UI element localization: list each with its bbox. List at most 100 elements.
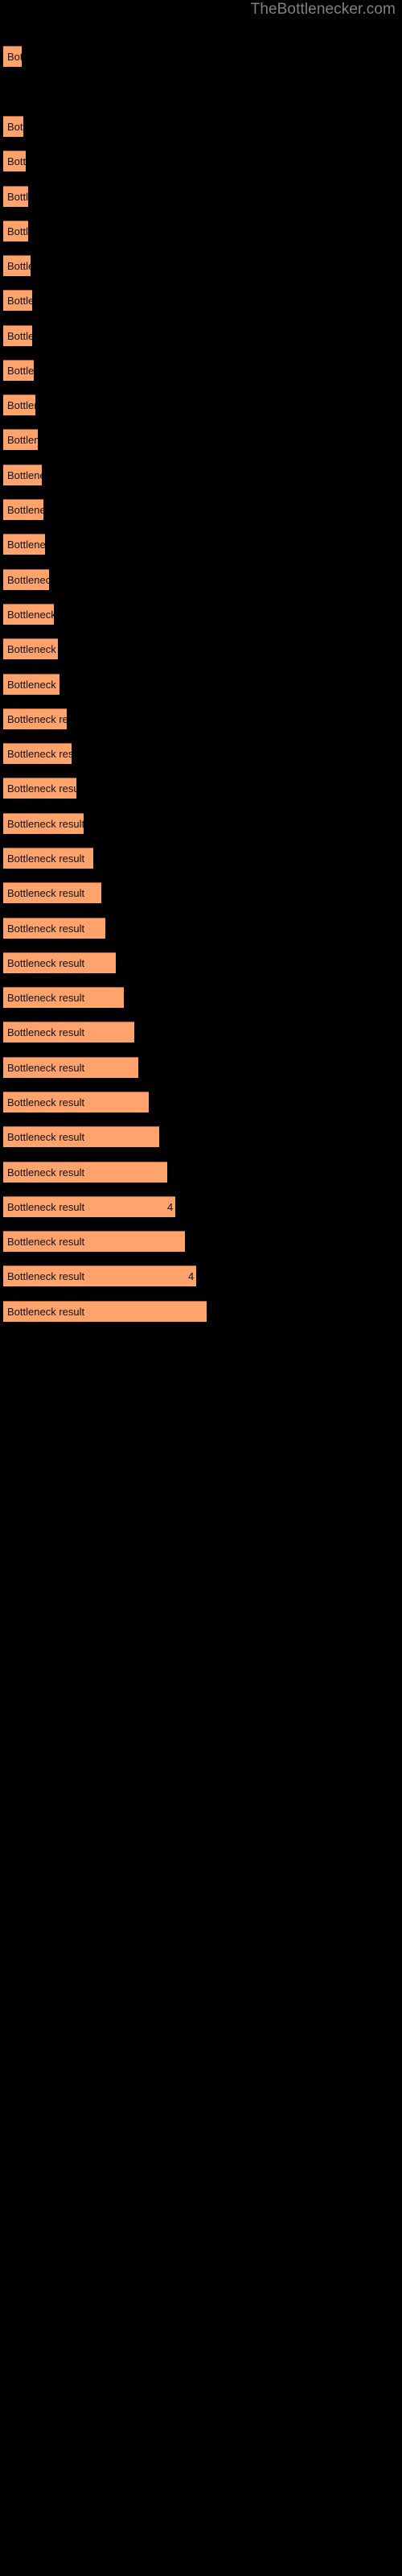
bar[interactable]: Bottleneck result: [3, 429, 38, 450]
bar-value-label: 4: [188, 1270, 195, 1282]
bar-label: Bottleneck result: [7, 51, 22, 63]
bar-row[interactable]: Bottleneck result: [0, 848, 402, 869]
bar[interactable]: Bottleneck result: [3, 778, 76, 799]
bar-row[interactable]: Bottleneck result: [0, 708, 402, 729]
bar[interactable]: Bottleneck result: [3, 1301, 207, 1322]
bar[interactable]: Bottleneck result: [3, 464, 42, 485]
bar[interactable]: Bottleneck result 4: [3, 1265, 196, 1286]
bar[interactable]: Bottleneck result: [3, 708, 67, 729]
bar-label: Bottleneck result: [7, 399, 35, 411]
bar-row[interactable]: Bottleneck result: [0, 534, 402, 555]
bar[interactable]: Bottleneck result: [3, 638, 58, 659]
bar-row[interactable]: Bottleneck result: [0, 674, 402, 695]
bar[interactable]: Bottleneck result: [3, 325, 32, 346]
bar-label: Bottleneck result: [7, 1096, 85, 1108]
bar-row[interactable]: Bottleneck result: [0, 1231, 402, 1252]
bar-row[interactable]: Bottleneck result: [0, 952, 402, 973]
bar[interactable]: Bottleneck result: [3, 290, 32, 311]
bar[interactable]: Bottleneck result: [3, 186, 28, 207]
bar[interactable]: Bottleneck result: [3, 360, 34, 381]
bar-row[interactable]: Bottleneck result: [0, 429, 402, 450]
bar-row[interactable]: Bottleneck result: [0, 46, 402, 67]
bar[interactable]: Bottleneck result: [3, 674, 59, 695]
bar-row[interactable]: Bottleneck result: [0, 186, 402, 207]
bar-row[interactable]: Bottleneck result: [0, 1162, 402, 1183]
bar-label: Bottleneck result: [7, 1270, 85, 1282]
bar[interactable]: Bottleneck result: [3, 1057, 138, 1078]
bar-label: Bottleneck result: [7, 1201, 85, 1213]
bar[interactable]: Bottleneck result: [3, 1092, 149, 1113]
bar-row[interactable]: Bottleneck result: [0, 1022, 402, 1042]
bar[interactable]: Bottleneck result: [3, 1231, 185, 1252]
bar[interactable]: Bottleneck result: [3, 221, 28, 242]
bar[interactable]: Bottleneck result: [3, 604, 54, 625]
bar[interactable]: Bottleneck result: [3, 1126, 159, 1147]
bar-row[interactable]: Bottleneck result: [0, 499, 402, 520]
bar-label: Bottleneck result: [7, 1236, 85, 1248]
bar[interactable]: Bottleneck result: [3, 952, 116, 973]
bar-row[interactable]: Bottleneck result: [0, 325, 402, 346]
bar-row[interactable]: Bottleneck result: [0, 604, 402, 625]
bar-row[interactable]: Bottleneck result 4: [0, 1265, 402, 1286]
bar[interactable]: Bottleneck result: [3, 394, 35, 415]
bar-label: Bottleneck result: [7, 923, 85, 935]
bar[interactable]: Bottleneck result: [3, 882, 101, 903]
bar[interactable]: Bottleneck result: [3, 116, 23, 137]
bar-row[interactable]: Bottleneck result: [0, 569, 402, 590]
bar-label: Bottleneck result: [7, 434, 38, 446]
bar-label: Bottleneck result: [7, 852, 85, 865]
bar[interactable]: Bottleneck result: [3, 743, 72, 764]
bar-label: Bottleneck result: [7, 260, 31, 272]
bar-row[interactable]: Bottleneck result: [0, 1057, 402, 1078]
bar-row[interactable]: Bottleneck result: [0, 360, 402, 381]
bar[interactable]: Bottleneck result: [3, 1022, 134, 1042]
bar-row[interactable]: Bottleneck result: [0, 1126, 402, 1147]
bar-label: Bottleneck result: [7, 887, 85, 899]
bar-label: Bottleneck result: [7, 609, 54, 621]
bottleneck-bar-chart: Bottleneck result Bottleneck result Bottle…: [0, 0, 402, 2576]
bar[interactable]: Bottleneck result: [3, 534, 45, 555]
bar-label: Bottleneck result: [7, 1166, 85, 1179]
bar-row[interactable]: Bottleneck result: [0, 151, 402, 171]
bar-row[interactable]: Bottleneck result: [0, 743, 402, 764]
bar-row[interactable]: Bottleneck result: [0, 394, 402, 415]
bar-label: Bottleneck result: [7, 992, 85, 1004]
bar[interactable]: Bottleneck result 4: [3, 1196, 175, 1217]
bar-row[interactable]: Bottleneck result: [0, 116, 402, 137]
bar[interactable]: Bottleneck result: [3, 46, 22, 67]
bar-row[interactable]: Bottleneck result: [0, 813, 402, 834]
bar-row[interactable]: Bottleneck result: [0, 778, 402, 799]
bar-row[interactable]: Bottleneck result: [0, 638, 402, 659]
bar-label: Bottleneck result: [7, 1306, 85, 1318]
bar[interactable]: Bottleneck result: [3, 848, 93, 869]
bar[interactable]: Bottleneck result: [3, 255, 31, 276]
bar-row[interactable]: Bottleneck result: [0, 255, 402, 276]
bar-row[interactable]: Bottleneck result: [0, 1092, 402, 1113]
bar-label: Bottleneck result: [7, 1131, 85, 1143]
bar-row[interactable]: Bottleneck result: [0, 221, 402, 242]
bar-row[interactable]: Bottleneck result: [0, 464, 402, 485]
bar-label: Bottleneck result: [7, 782, 76, 795]
bar-row[interactable]: Bottleneck result: [0, 987, 402, 1008]
bar[interactable]: Bottleneck result: [3, 151, 26, 171]
bar-label: Bottleneck result: [7, 155, 26, 167]
bar[interactable]: Bottleneck result: [3, 918, 105, 939]
bar[interactable]: Bottleneck result: [3, 499, 43, 520]
bar-label: Bottleneck result: [7, 679, 59, 691]
bar[interactable]: Bottleneck result: [3, 813, 84, 834]
bar-row[interactable]: Bottleneck result: [0, 290, 402, 311]
bar-row[interactable]: Bottleneck result: [0, 882, 402, 903]
bar-label: Bottleneck result: [7, 539, 45, 551]
bar-row[interactable]: Bottleneck result 4: [0, 1196, 402, 1217]
bar-row[interactable]: Bottleneck result: [0, 1301, 402, 1322]
bar-label: Bottleneck result: [7, 295, 32, 307]
bar[interactable]: Bottleneck result: [3, 1162, 167, 1183]
bar[interactable]: Bottleneck result: [3, 569, 49, 590]
bar-label: Bottleneck result: [7, 713, 67, 725]
bar-label: Bottleneck result: [7, 504, 43, 516]
bar[interactable]: Bottleneck result: [3, 987, 124, 1008]
bar-row[interactable]: Bottleneck result: [0, 918, 402, 939]
bar-label: Bottleneck result: [7, 957, 85, 969]
bar-label: Bottleneck result: [7, 1062, 85, 1074]
bar-label: Bottleneck result: [7, 330, 32, 342]
